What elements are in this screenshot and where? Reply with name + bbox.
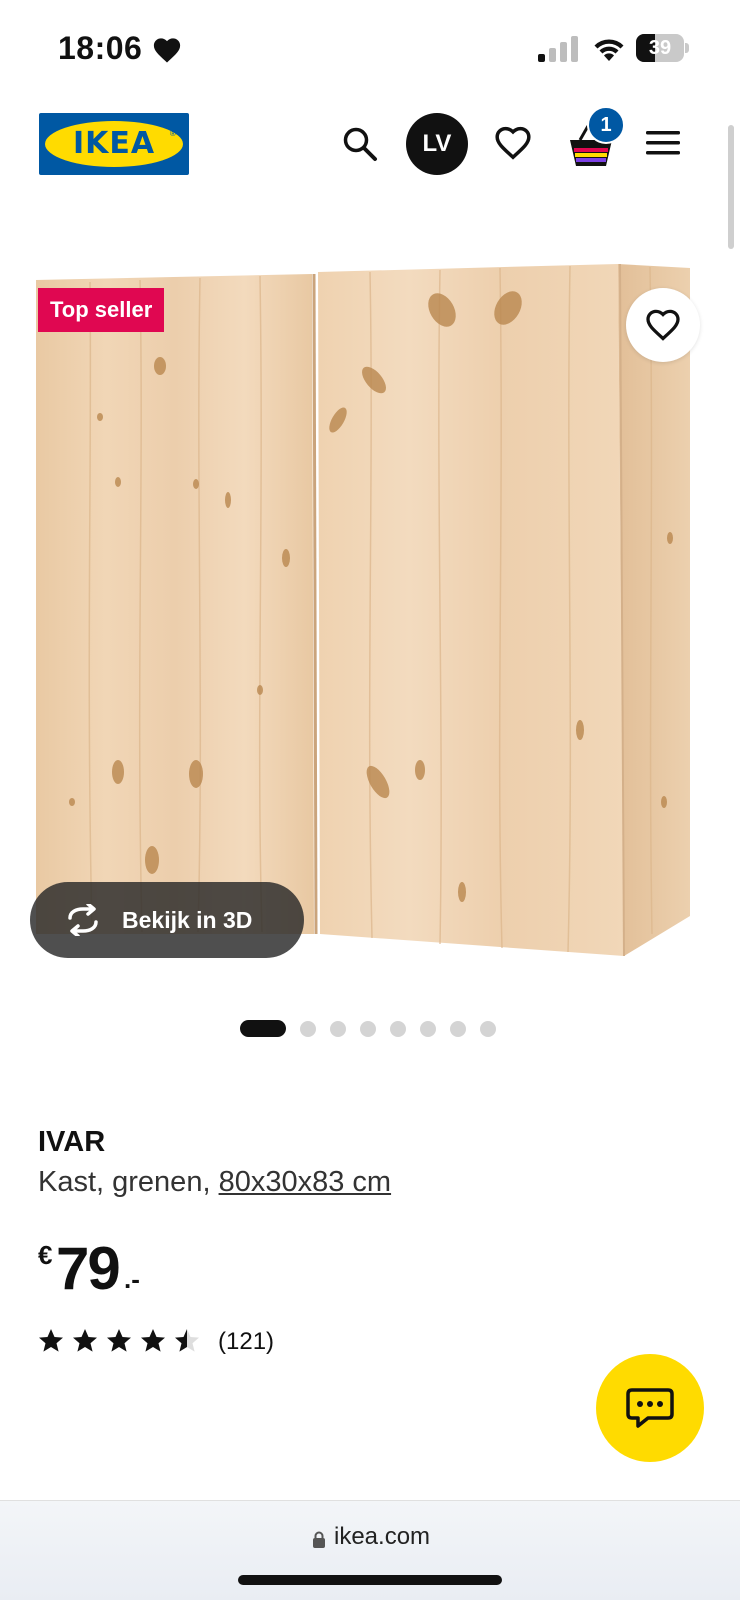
- heart-outline-icon: [646, 309, 680, 341]
- price-currency: €: [38, 1240, 53, 1270]
- search-icon[interactable]: [340, 124, 380, 164]
- star-icon: [175, 1329, 199, 1352]
- carousel-dot[interactable]: [360, 1021, 376, 1037]
- carousel-dot[interactable]: [330, 1021, 346, 1037]
- product-name: IVAR: [38, 1126, 106, 1158]
- carousel-dot[interactable]: [480, 1021, 496, 1037]
- home-indicator: [238, 1575, 502, 1585]
- signal-icon: [538, 36, 578, 62]
- review-count[interactable]: (121): [218, 1328, 274, 1356]
- ikea-logo[interactable]: IKEA ®: [39, 113, 189, 175]
- status-bar: 18:06 39: [0, 0, 740, 98]
- battery-icon: 39: [636, 34, 689, 62]
- hamburger-menu-icon[interactable]: [646, 128, 680, 158]
- carousel-dot[interactable]: [240, 1020, 286, 1037]
- view-in-3d-label: Bekijk in 3D: [122, 907, 253, 933]
- user-avatar-button[interactable]: LV: [406, 113, 468, 175]
- rotate-3d-icon: [68, 904, 98, 936]
- top-seller-badge: Top seller: [38, 288, 165, 332]
- star-icon: [107, 1329, 131, 1352]
- url-text: ikea.com: [334, 1523, 431, 1550]
- product-size-link[interactable]: 80x30x83 cm: [219, 1166, 392, 1198]
- site-header: IKEA ® LV 1: [0, 98, 740, 190]
- status-time: 18:06: [58, 30, 143, 66]
- carousel-dot[interactable]: [390, 1021, 406, 1037]
- carousel-dot[interactable]: [450, 1021, 466, 1037]
- chat-button[interactable]: [596, 1354, 704, 1462]
- add-to-favorites-button[interactable]: [626, 288, 700, 362]
- wifi-icon: [594, 39, 624, 61]
- browser-url-bar[interactable]: ikea.com: [0, 1500, 740, 1600]
- price-decimal: .-: [124, 1264, 140, 1294]
- page-scrollbar[interactable]: [728, 125, 734, 249]
- view-in-3d-button[interactable]: Bekijk in 3D: [30, 882, 304, 958]
- battery-percentage: 39: [648, 37, 672, 59]
- favorites-heart-icon[interactable]: [494, 125, 532, 161]
- carousel-dot[interactable]: [300, 1021, 316, 1037]
- cart-count-badge: 1: [587, 106, 625, 144]
- star-icon: [73, 1329, 97, 1352]
- logo-text: IKEA: [72, 126, 156, 161]
- carousel-dot[interactable]: [420, 1021, 436, 1037]
- product-image[interactable]: [30, 262, 710, 982]
- image-carousel-dots: [240, 1019, 500, 1037]
- star-icon: [141, 1329, 165, 1352]
- price-integer: 79: [56, 1235, 121, 1302]
- star-icon: [39, 1329, 63, 1352]
- product-description: Kast, grenen, 80x30x83 cm: [38, 1166, 391, 1199]
- lock-icon: [313, 1531, 325, 1548]
- product-description-text: Kast, grenen,: [38, 1166, 219, 1198]
- chat-icon: [626, 1388, 674, 1428]
- heart-icon: [153, 38, 181, 63]
